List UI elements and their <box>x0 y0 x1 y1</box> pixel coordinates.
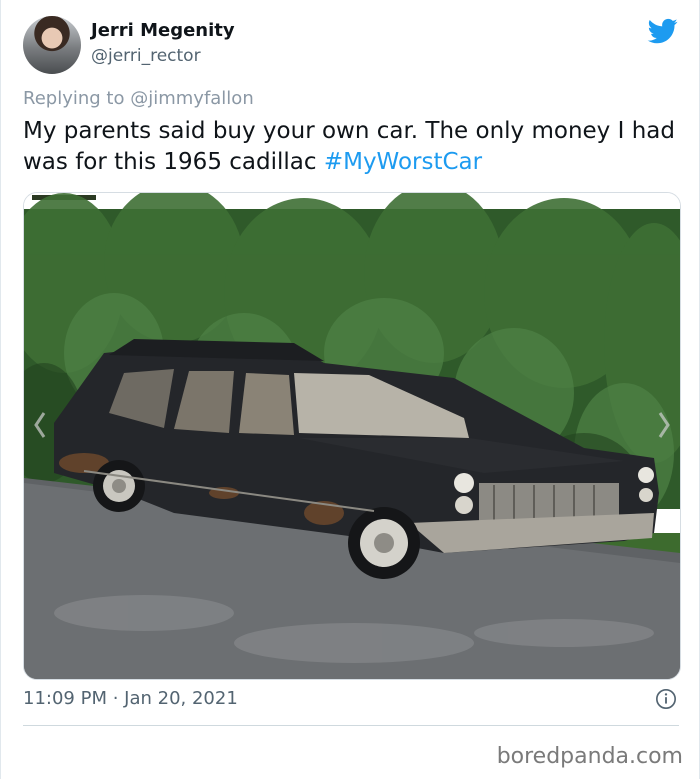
photo-of-1965-cadillac-hearse <box>24 193 680 679</box>
tweet-timestamp[interactable]: 11:09 PM · Jan 20, 2021 <box>23 688 238 709</box>
replying-to: Replying to @jimmyfallon <box>23 88 254 109</box>
author-handle[interactable]: @jerri_rector <box>91 46 201 66</box>
twitter-bird-icon[interactable] <box>647 16 679 46</box>
tweet-card: Jerri Megenity @jerri_rector Replying to… <box>0 0 700 779</box>
tweet-text: My parents said buy your own car. The on… <box>23 116 683 178</box>
author-name[interactable]: Jerri Megenity <box>91 20 235 41</box>
tweet-media[interactable] <box>23 192 681 680</box>
divider <box>23 725 679 726</box>
replying-to-handle[interactable]: @jimmyfallon <box>130 88 254 109</box>
avatar[interactable] <box>23 16 81 74</box>
info-icon[interactable] <box>655 688 677 710</box>
replying-prefix: Replying to <box>23 88 125 109</box>
hashtag-link[interactable]: #MyWorstCar <box>324 149 482 175</box>
watermark: boredpanda.com <box>496 744 683 769</box>
